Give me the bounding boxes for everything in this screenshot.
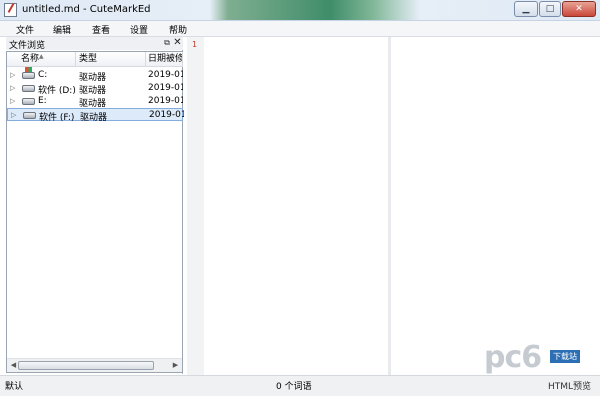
drive-date: 2019-01-	[149, 110, 184, 120]
drive-name: E:	[38, 96, 47, 106]
maximize-button[interactable]: □	[539, 1, 561, 17]
file-browser-pane: 文件浏览 ⧉ ✕ ▲ 名称 类型 日期被修 ▷ C: 驱动器 2019-01- …	[6, 37, 184, 374]
file-tree: ▲ 名称 类型 日期被修 ▷ C: 驱动器 2019-01- ▷ 软件 (D:)…	[6, 51, 184, 373]
drive-date: 2019-01-	[148, 70, 183, 80]
watermark-badge: 下载站	[550, 350, 580, 363]
drive-icon	[23, 112, 36, 119]
tree-row-d[interactable]: ▷ 软件 (D:) 驱动器 2019-01-	[7, 82, 183, 96]
column-header-date[interactable]: 日期被修	[146, 52, 183, 67]
sort-arrow-icon: ▲	[39, 53, 44, 60]
close-button[interactable]: ✕	[562, 1, 596, 17]
drive-type: 驱动器	[80, 113, 108, 123]
column-label-date: 日期被修	[148, 54, 183, 64]
expand-arrow-icon[interactable]: ▷	[11, 111, 18, 119]
menu-settings[interactable]: 设置	[130, 23, 148, 36]
drive-date: 2019-01-	[148, 96, 183, 106]
menu-help[interactable]: 帮助	[169, 23, 187, 36]
column-header-name[interactable]: ▲ 名称	[7, 52, 76, 67]
expand-arrow-icon[interactable]: ▷	[10, 84, 17, 92]
minimize-icon: ▁	[522, 4, 530, 14]
tree-row-e[interactable]: ▷ E: 驱动器 2019-01-	[7, 95, 183, 109]
tree-row-f[interactable]: ▷ 软件 (F:) 驱动器 2019-01-	[7, 108, 184, 123]
float-pane-icon[interactable]: ⧉	[163, 38, 171, 47]
maximize-icon: □	[545, 4, 555, 14]
scroll-right-icon[interactable]: ▶	[171, 361, 180, 370]
system-drive-icon	[22, 67, 35, 79]
drive-name: C:	[38, 70, 48, 80]
scroll-left-icon[interactable]: ◀	[9, 361, 18, 370]
markdown-editor[interactable]: 1	[187, 37, 388, 375]
line-number: 1	[192, 40, 198, 49]
minimize-button[interactable]: ▁	[514, 1, 538, 17]
drive-date: 2019-01-	[148, 83, 183, 93]
preview-toggle[interactable]: HTML预览	[548, 379, 591, 392]
expand-arrow-icon[interactable]: ▷	[10, 71, 17, 79]
drive-icon	[22, 98, 35, 105]
window-title: untitled.md - CuteMarkEd	[22, 4, 151, 15]
expand-arrow-icon[interactable]: ▷	[10, 97, 17, 105]
close-icon: ✕	[575, 4, 583, 14]
horizontal-scrollbar[interactable]: ◀ ▶	[7, 358, 182, 372]
app-icon	[4, 3, 17, 17]
scrollbar-thumb[interactable]	[18, 361, 154, 370]
line-number-gutter: 1	[187, 37, 204, 375]
site-watermark: pc6 下载站	[484, 340, 594, 380]
tree-row-c[interactable]: ▷ C: 驱动器 2019-01-	[7, 67, 183, 83]
menu-file[interactable]: 文件	[16, 23, 34, 36]
drive-name: 软件 (F:)	[39, 113, 75, 123]
pane-title: 文件浏览	[9, 41, 46, 51]
html-preview	[391, 37, 596, 375]
watermark-logo: pc6	[484, 340, 542, 375]
column-label-type: 类型	[79, 54, 98, 64]
pane-header: 文件浏览 ⧉ ✕	[6, 37, 183, 51]
column-header-type[interactable]: 类型	[76, 52, 146, 67]
status-style[interactable]: 默认	[5, 379, 23, 392]
menu-view[interactable]: 查看	[92, 23, 110, 36]
word-count: 0 个词语	[276, 382, 312, 392]
drive-icon	[22, 85, 35, 92]
title-bar: untitled.md - CuteMarkEd ▁ □ ✕	[0, 0, 600, 21]
column-label-name: 名称	[21, 54, 40, 64]
menu-edit[interactable]: 编辑	[53, 23, 71, 36]
close-pane-icon[interactable]: ✕	[173, 37, 182, 48]
menu-bar: 文件 编辑 查看 设置 帮助	[0, 21, 600, 37]
